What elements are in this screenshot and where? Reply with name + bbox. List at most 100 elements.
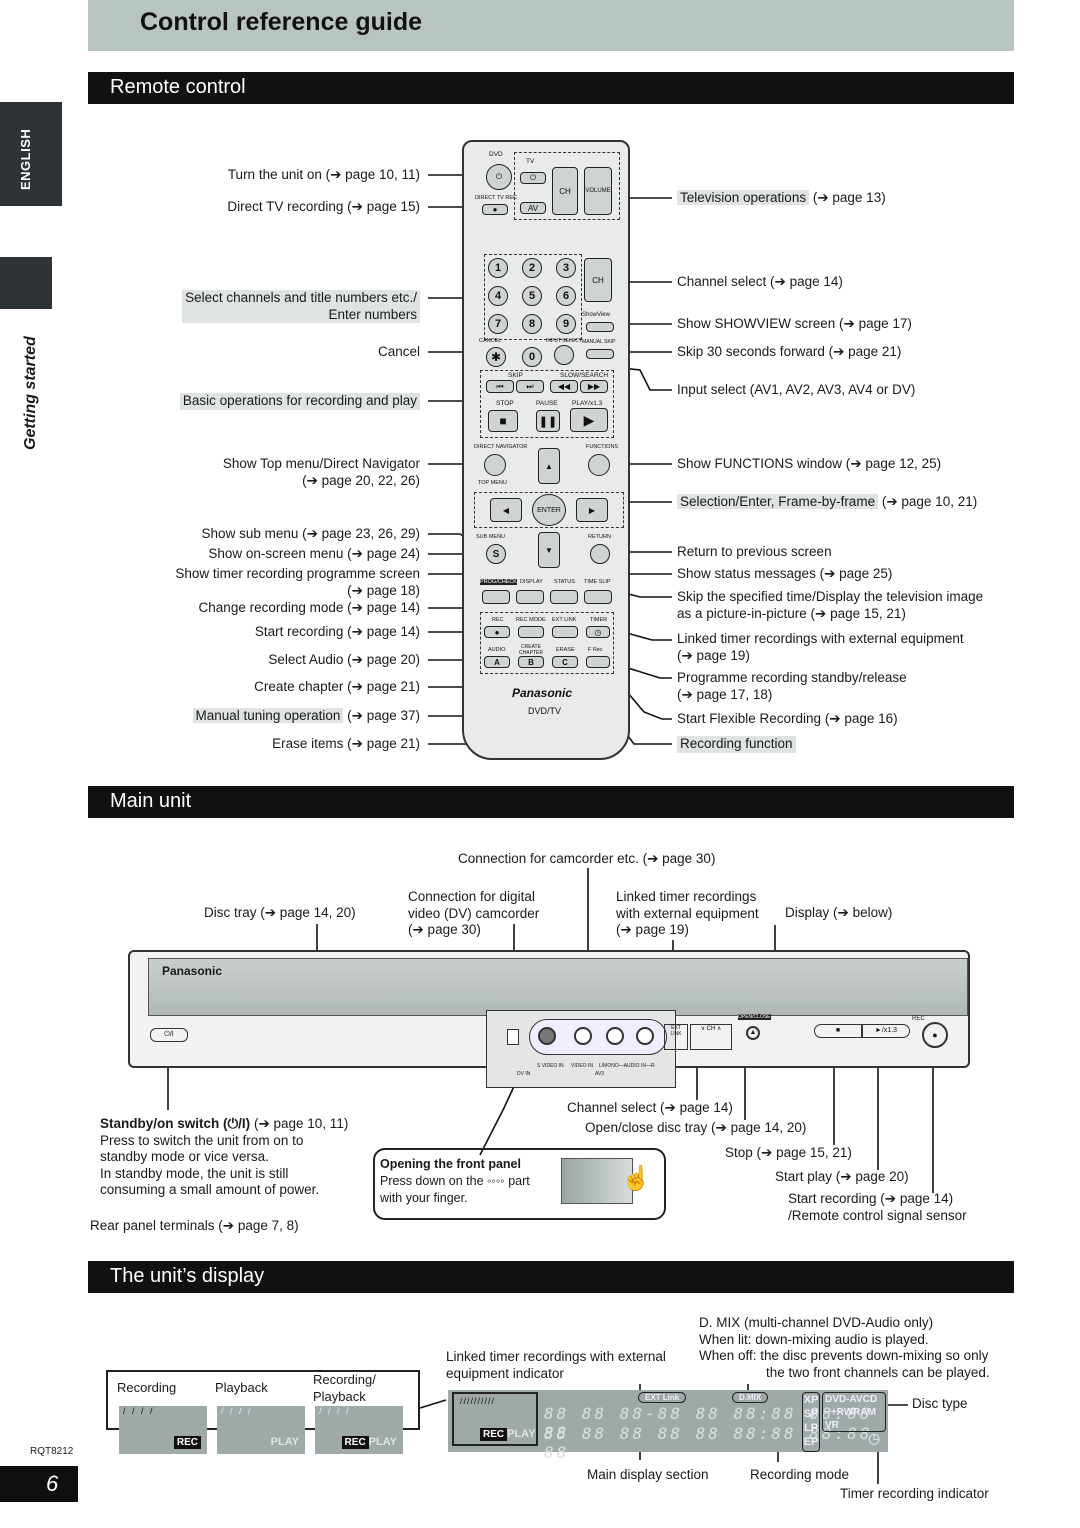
unit-display-panel: ////////// REC PLAY EXT Link D.MIX 88 88 … [448, 1390, 888, 1462]
audio-button[interactable]: A [484, 656, 510, 668]
remote-model: DVD/TV [528, 706, 562, 716]
rec-mode-button[interactable] [518, 626, 544, 638]
digit-3-button[interactable]: 3 [556, 258, 576, 278]
section-tab-marker [0, 257, 52, 309]
label-ext-indicator: Linked timer recordings with external equ… [446, 1349, 666, 1381]
power-button[interactable]: ⏻ [486, 164, 512, 190]
unit-stop-button[interactable]: ■ [814, 1024, 862, 1038]
direct-tv-rec-button[interactable]: ● [482, 204, 508, 215]
label-ext-link: Linked timer recordings with external eq… [677, 631, 964, 663]
digit-8-button[interactable]: 8 [522, 314, 542, 334]
stop-button[interactable]: ■ [488, 410, 518, 432]
prog-check-button[interactable] [482, 590, 510, 604]
video-jack[interactable] [574, 1027, 592, 1045]
time-slip-button[interactable] [584, 590, 612, 604]
digit-7-button[interactable]: 7 [488, 314, 508, 334]
sub-menu-button[interactable]: S [486, 544, 506, 564]
label-create-chapter: Create chapter (➔ page 21) [254, 679, 420, 694]
digit-0-button[interactable]: 0 [522, 347, 542, 367]
f-rec-button[interactable] [586, 656, 610, 668]
label-cancel: Cancel [377, 344, 420, 359]
audio-r-jack[interactable] [636, 1027, 654, 1045]
disc-tray[interactable] [148, 958, 968, 1016]
label-unit-channel: Channel select (➔ page 14) [567, 1100, 733, 1115]
create-chapter-button[interactable]: B [518, 656, 544, 668]
page-number-box [0, 1466, 78, 1502]
tv-channel-button[interactable]: CH [552, 167, 578, 215]
label-power: Turn the unit on (➔ page 10, 11) [227, 167, 420, 182]
cancel-button[interactable]: ✱ [486, 347, 506, 367]
display-button[interactable] [516, 590, 544, 604]
unit-rec-button[interactable]: ● [922, 1022, 948, 1048]
display-mode-label: Recording/Playback [313, 1372, 376, 1404]
display-mode-label: Recording [117, 1380, 177, 1395]
disc-type-indicator: DVD-AVCD −+RWRAM VR [822, 1392, 886, 1432]
label-timer-indicator: Timer recording indicator [840, 1486, 989, 1501]
label-erase: Erase items (➔ page 21) [272, 736, 420, 751]
digit-1-button[interactable]: 1 [488, 258, 508, 278]
showview-button[interactable] [586, 322, 614, 332]
label-timer: Programme recording standby/release (➔ pa… [677, 670, 907, 702]
label-top-menu: Show Top menu/Direct Navigator (➔ page 20… [222, 456, 420, 488]
unit-play-button[interactable]: ►/x1.3 [862, 1024, 910, 1038]
av-button[interactable]: AV [520, 202, 546, 214]
label-showview: Show SHOWVIEW screen (➔ page 17) [677, 316, 912, 331]
unit-channel-buttons[interactable]: ∨ CH ∧ [690, 1024, 732, 1050]
cursor-down-button[interactable]: ▼ [538, 532, 560, 568]
functions-button[interactable] [588, 454, 610, 476]
label-channel: Channel select (➔ page 14) [677, 274, 843, 289]
digit-4-button[interactable]: 4 [488, 286, 508, 306]
cursor-up-button[interactable]: ▲ [538, 448, 560, 484]
label-rec: Start recording (➔ page 14) [254, 624, 420, 639]
digit-2-button[interactable]: 2 [522, 258, 542, 278]
document-code: RQT8212 [30, 1446, 74, 1457]
digit-5-button[interactable]: 5 [522, 286, 542, 306]
open-close-button[interactable]: ▲ [746, 1026, 760, 1040]
remote-control: DVD ⏻ DIRECT TV REC ● TV ⏻ AV CH VOLUME … [462, 140, 630, 760]
pause-button[interactable]: ❚❚ [536, 410, 560, 432]
record-dot-icon: ● [492, 205, 498, 214]
timer-indicator-icon: ◷ [868, 1430, 881, 1446]
manual-skip-button[interactable] [586, 349, 614, 359]
ext-link-button[interactable] [552, 626, 578, 638]
rec-play-indicator: ////////// REC PLAY [452, 1392, 538, 1446]
rec-badge: REC [173, 1436, 201, 1449]
erase-button[interactable]: C [552, 656, 578, 668]
finger-icon: ☝ [621, 1165, 651, 1192]
search-back-button[interactable]: ◀◀ [550, 380, 578, 393]
input-select-button[interactable] [554, 345, 574, 365]
dv-in-jack[interactable] [507, 1029, 519, 1045]
rec-button[interactable]: ● [484, 626, 510, 638]
label-prog-check: Show timer recording programme screen (➔ … [175, 566, 420, 598]
s-video-jack[interactable] [538, 1027, 556, 1045]
skip-forward-button[interactable]: ⏭ [516, 380, 544, 393]
play-icon: ▶ [583, 411, 595, 428]
play-button[interactable]: ▶ [570, 408, 608, 432]
display-mode-panel: / / / / REC PLAY [315, 1406, 403, 1454]
return-button[interactable] [590, 544, 610, 564]
rec-badge: REC [341, 1436, 369, 1449]
ext-link-unit-button[interactable]: EXT LINK [664, 1024, 688, 1050]
front-panel-note: Opening the front panel Press down on th… [373, 1148, 666, 1220]
digit-9-button[interactable]: 9 [556, 314, 576, 334]
play-indicator: PLAY [270, 1436, 299, 1448]
label-open-close: Open/close disc tray (➔ page 14, 20) [585, 1120, 807, 1135]
skip-back-button[interactable]: ⏮ [486, 380, 514, 393]
label-rear-panel: Rear panel terminals (➔ page 7, 8) [90, 1218, 299, 1233]
search-forward-button[interactable]: ▶▶ [580, 380, 608, 393]
volume-button[interactable]: VOLUME [584, 167, 612, 215]
timer-button[interactable]: ◷ [586, 626, 610, 638]
status-button[interactable] [550, 590, 578, 604]
direct-navigator-button[interactable] [484, 454, 506, 476]
display-mode-panel: / / / / REC [119, 1406, 207, 1454]
audio-l-jack[interactable] [606, 1027, 624, 1045]
label-manual-tuning: Manual tuning operation (➔ page 37) [192, 708, 420, 725]
digit-6-button[interactable]: 6 [556, 286, 576, 306]
label-return: Return to previous screen [677, 544, 832, 559]
tv-power-button[interactable]: ⏻ [520, 172, 546, 184]
power-icon: ⏻ [495, 172, 503, 181]
label-display-unit: Display (➔ below) [785, 905, 893, 920]
channel-button[interactable]: CH [584, 258, 612, 302]
main-unit-illustration: Panasonic ⏻/I DV IN S VIDEO IN VIDEO IN … [128, 950, 970, 1088]
standby-switch[interactable]: ⏻/I [150, 1028, 188, 1042]
